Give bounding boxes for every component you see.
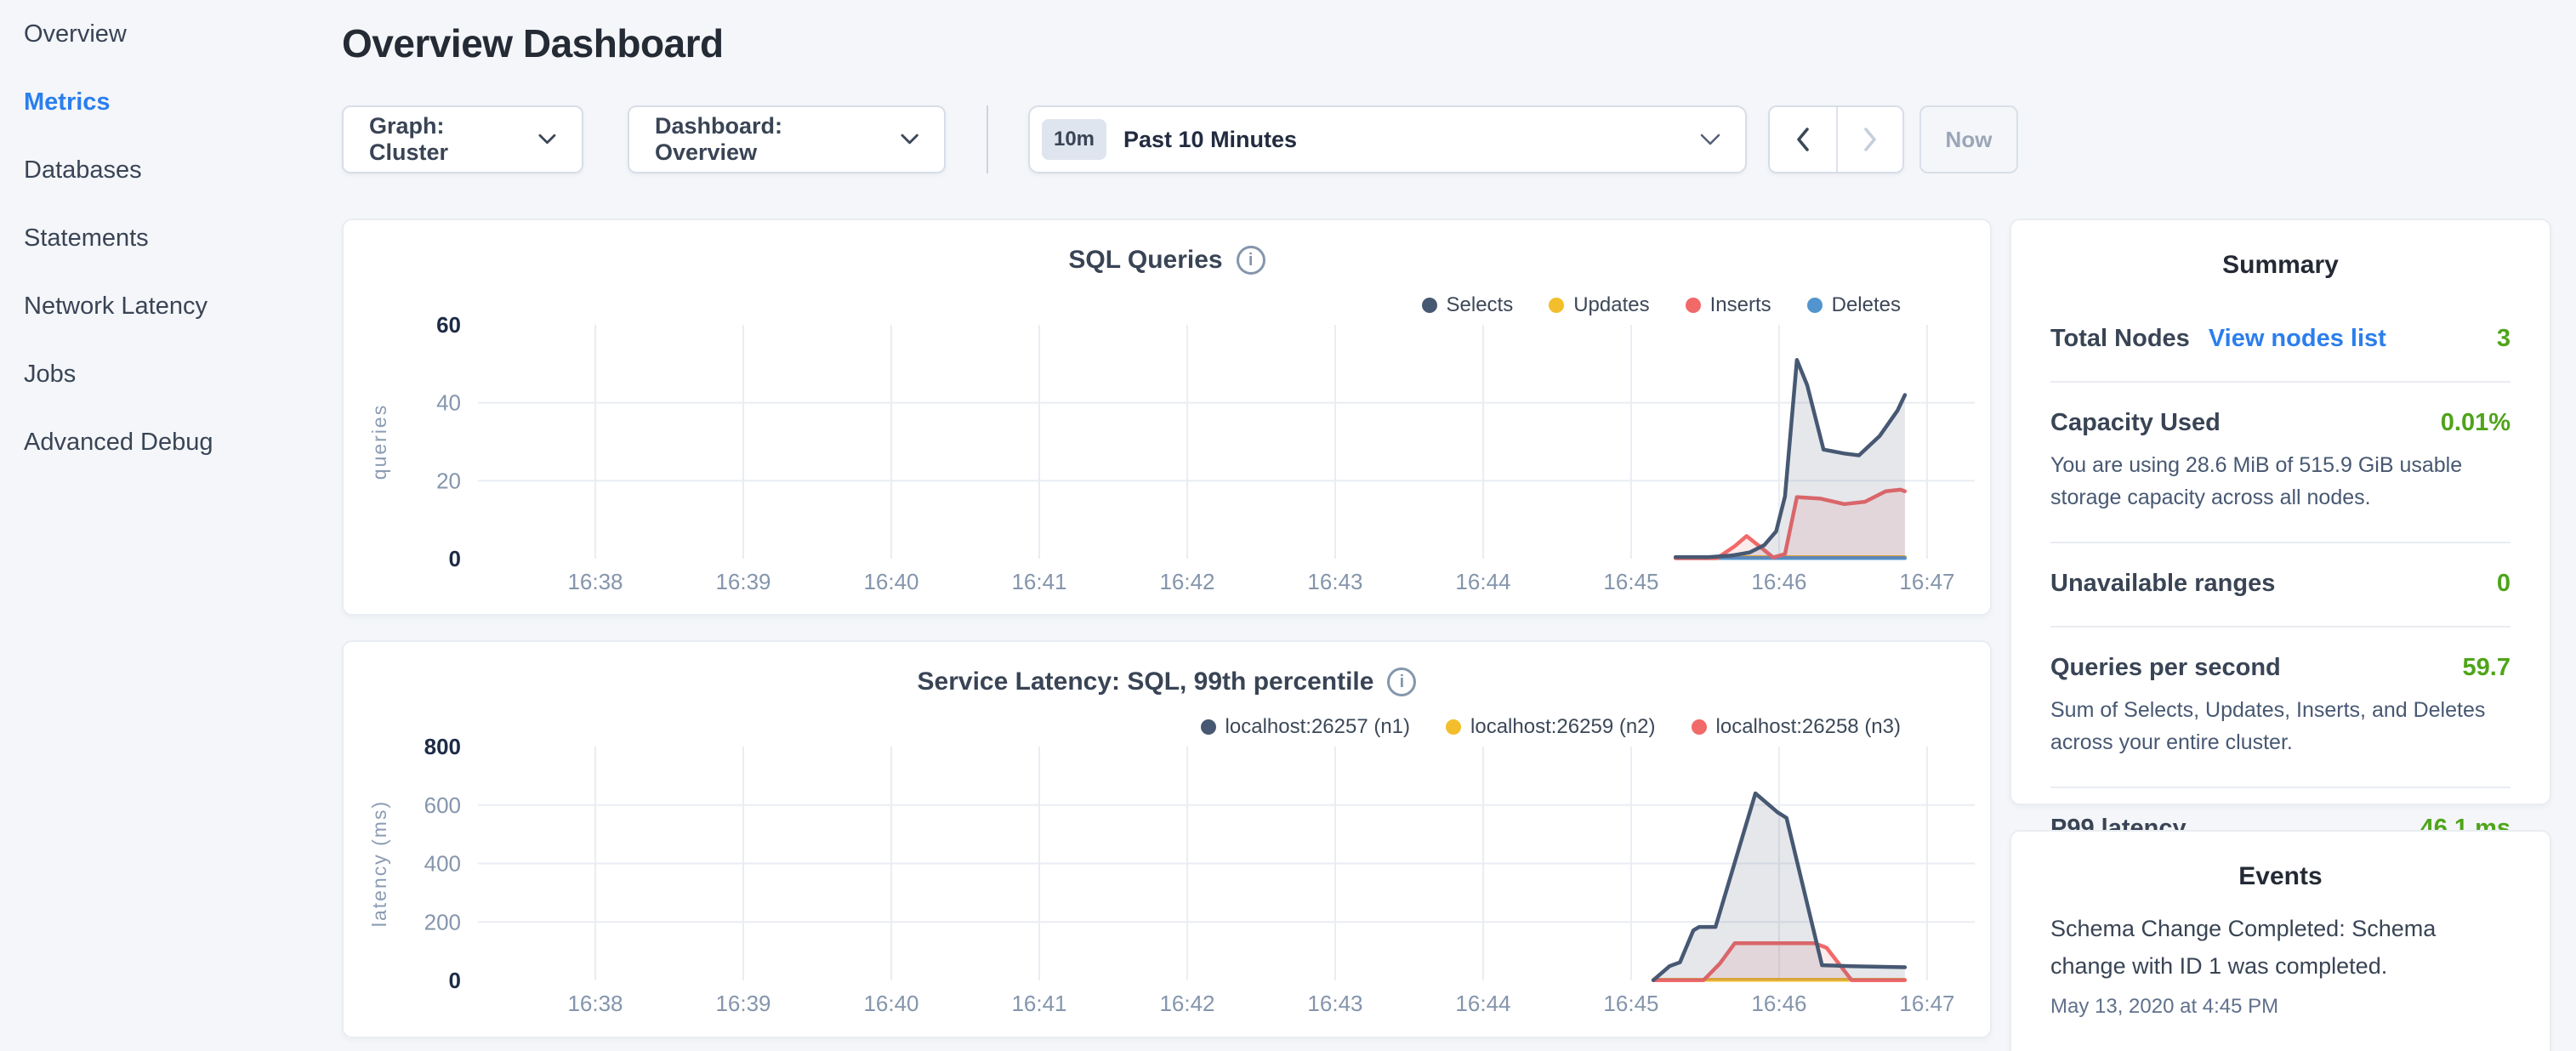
legend-dot-icon: [1201, 719, 1216, 735]
time-range-badge: 10m: [1042, 119, 1106, 160]
svg-text:800: 800: [424, 734, 461, 759]
step-forward-button[interactable]: [1836, 107, 1902, 172]
chart-title-row: Service Latency: SQL, 99th percentile i: [344, 668, 1990, 696]
svg-text:16:46: 16:46: [1751, 991, 1806, 1016]
total-nodes-label: Total Nodes: [2050, 325, 2190, 353]
svg-text:0: 0: [449, 968, 461, 993]
legend-dot-icon: [1422, 298, 1437, 313]
sidebar: OverviewMetricsDatabasesStatementsNetwor…: [0, 0, 342, 1051]
unavailable-ranges-value: 0: [2497, 570, 2511, 598]
event-timestamp: May 13, 2020 at 4:45 PM: [2050, 995, 2511, 1019]
svg-text:16:40: 16:40: [863, 991, 918, 1016]
svg-text:16:45: 16:45: [1603, 569, 1658, 594]
sidebar-item-statements[interactable]: Statements: [0, 204, 342, 272]
summary-row-total-nodes: Total Nodes View nodes list 3: [2050, 298, 2511, 383]
event-list-item: Schema Change Completed: Schema change w…: [2050, 910, 2511, 1019]
svg-text:16:38: 16:38: [567, 569, 623, 594]
svg-text:16:46: 16:46: [1751, 569, 1806, 594]
now-button[interactable]: Now: [1919, 105, 2018, 173]
svg-text:16:47: 16:47: [1899, 569, 1954, 594]
controls-row: Graph: Cluster Dashboard: Overview 10m P…: [342, 105, 2018, 173]
legend-dot-icon: [1807, 298, 1823, 313]
svg-text:600: 600: [424, 793, 461, 818]
legend-dot-icon: [1692, 719, 1707, 735]
svg-text:16:41: 16:41: [1011, 569, 1066, 594]
time-range-selector[interactable]: 10m Past 10 Minutes: [1028, 105, 1747, 173]
legend-dot-icon: [1446, 719, 1461, 735]
chevron-left-icon: [1794, 126, 1812, 153]
page-title: Overview Dashboard: [342, 20, 724, 66]
summary-row-qps: Queries per second 59.7 Sum of Selects, …: [2050, 628, 2511, 788]
qps-description: Sum of Selects, Updates, Inserts, and De…: [2050, 694, 2511, 758]
plot-area: 60 40 20 0 16:38 16:39 16:40 16:41 16:42 16:43 16:…: [367, 312, 1975, 605]
svg-text:60: 60: [436, 312, 461, 338]
dashboard-dropdown[interactable]: Dashboard: Overview: [628, 105, 946, 173]
sidebar-item-jobs[interactable]: Jobs: [0, 340, 342, 408]
svg-text:16:38: 16:38: [567, 991, 623, 1016]
view-nodes-list-link[interactable]: View nodes list: [2209, 325, 2386, 353]
time-range-label: Past 10 Minutes: [1123, 127, 1297, 153]
sidebar-item-advanced-debug[interactable]: Advanced Debug: [0, 408, 342, 476]
svg-text:16:43: 16:43: [1307, 569, 1362, 594]
sidebar-item-overview[interactable]: Overview: [0, 0, 342, 68]
chart-title: Service Latency: SQL, 99th percentile: [918, 668, 1374, 696]
step-back-button[interactable]: [1770, 107, 1836, 172]
event-text: Schema Change Completed: Schema change w…: [2050, 910, 2511, 985]
sidebar-item-network-latency[interactable]: Network Latency: [0, 272, 342, 340]
svg-text:16:45: 16:45: [1603, 991, 1658, 1016]
svg-text:20: 20: [436, 468, 461, 493]
summary-title: Summary: [2011, 251, 2550, 280]
chevron-down-icon: [901, 134, 918, 145]
svg-text:queries: queries: [368, 404, 390, 480]
graph-dropdown[interactable]: Graph: Cluster: [342, 105, 583, 173]
svg-text:400: 400: [424, 851, 461, 877]
svg-text:16:40: 16:40: [863, 569, 918, 594]
legend-dot-icon: [1549, 298, 1564, 313]
legend-dot-icon: [1686, 298, 1701, 313]
graph-dropdown-label: Graph: Cluster: [369, 113, 521, 166]
info-icon[interactable]: i: [1387, 668, 1416, 696]
svg-text:16:44: 16:44: [1455, 569, 1510, 594]
chart-title: SQL Queries: [1068, 246, 1222, 275]
sql-queries-chart-card: SQL QueriesiSelectsUpdatesInsertsDeletes…: [342, 219, 1992, 616]
summary-panel: Summary Total Nodes View nodes list 3 Ca…: [2010, 219, 2551, 805]
svg-text:0: 0: [449, 546, 461, 571]
dashboard-dropdown-label: Dashboard: Overview: [655, 113, 884, 166]
total-nodes-value: 3: [2497, 325, 2511, 353]
svg-text:16:43: 16:43: [1307, 991, 1362, 1016]
svg-text:16:39: 16:39: [715, 991, 771, 1016]
svg-text:16:44: 16:44: [1455, 991, 1510, 1016]
info-icon[interactable]: i: [1237, 246, 1265, 275]
capacity-used-label: Capacity Used: [2050, 409, 2221, 437]
svg-text:40: 40: [436, 390, 461, 416]
service-latency-chart-card: Service Latency: SQL, 99th percentileilo…: [342, 640, 1992, 1038]
events-panel: Events Schema Change Completed: Schema c…: [2010, 830, 2551, 1051]
capacity-used-value: 0.01%: [2441, 409, 2511, 437]
svg-text:16:42: 16:42: [1159, 569, 1214, 594]
plot-area: 800 600 400 200 0 16:38 16:39 16:40 16:41 16:42 16…: [367, 734, 1975, 1027]
qps-value: 59.7: [2463, 654, 2511, 682]
unavailable-ranges-label: Unavailable ranges: [2050, 570, 2275, 598]
svg-text:16:42: 16:42: [1159, 991, 1214, 1016]
chevron-right-icon: [1861, 126, 1879, 153]
controls-divider: [987, 105, 988, 173]
chart-title-row: SQL Queries i: [344, 246, 1990, 275]
qps-label: Queries per second: [2050, 654, 2281, 682]
svg-text:16:39: 16:39: [715, 569, 771, 594]
svg-text:latency (ms): latency (ms): [368, 800, 390, 927]
chevron-down-icon: [538, 134, 556, 145]
svg-text:16:47: 16:47: [1899, 991, 1954, 1016]
svg-text:16:41: 16:41: [1011, 991, 1066, 1016]
events-title: Events: [2011, 862, 2550, 891]
summary-row-capacity: Capacity Used 0.01% You are using 28.6 M…: [2050, 383, 2511, 543]
sidebar-item-databases[interactable]: Databases: [0, 136, 342, 204]
sidebar-item-metrics[interactable]: Metrics: [0, 68, 342, 136]
svg-text:200: 200: [424, 909, 461, 935]
chevron-down-icon: [1699, 133, 1721, 146]
time-step-buttons: [1768, 105, 1904, 173]
capacity-used-description: You are using 28.6 MiB of 515.9 GiB usab…: [2050, 449, 2511, 514]
summary-row-unavailable-ranges: Unavailable ranges 0: [2050, 543, 2511, 628]
